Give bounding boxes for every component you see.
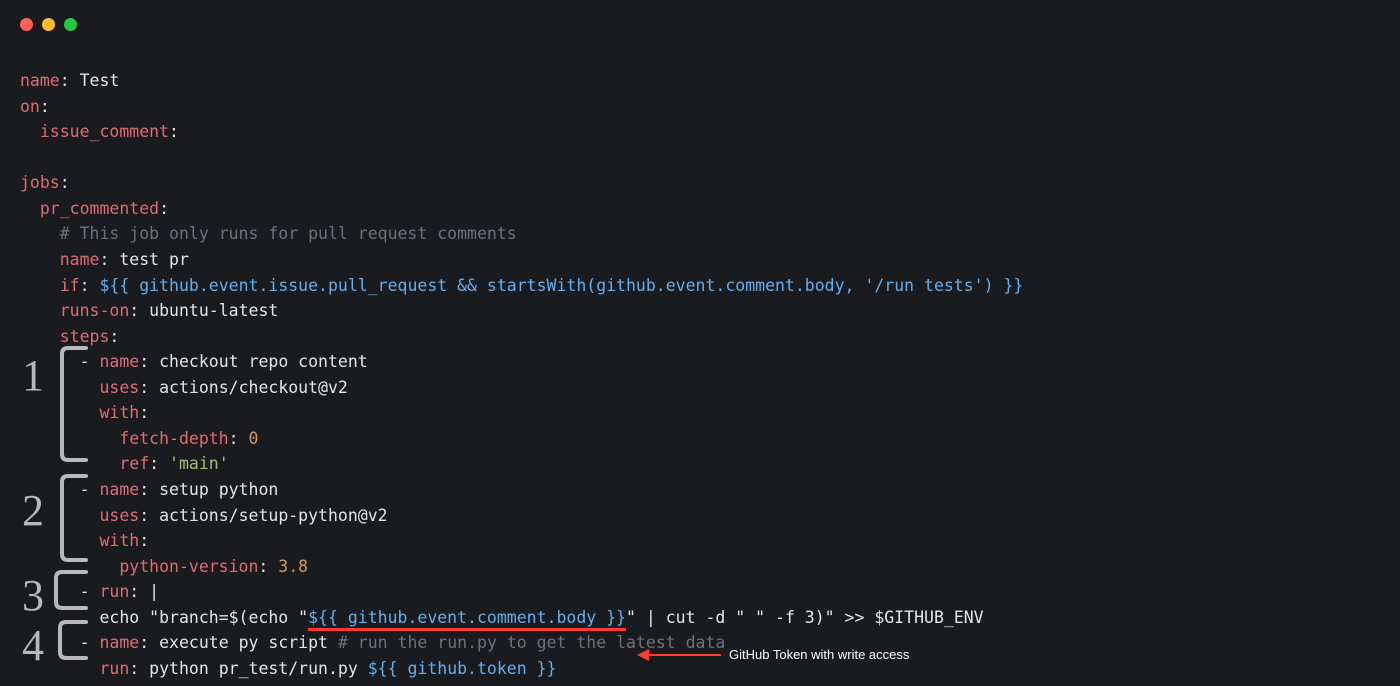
annotation-arrow: GitHub Token with write access	[637, 647, 909, 662]
maximize-dot-icon	[64, 18, 77, 31]
yaml-expression: ${{ github.event.issue.pull_request && s…	[100, 276, 1024, 295]
bracket-icon	[58, 472, 88, 568]
shell-command: python pr_test/run.py	[149, 659, 368, 678]
annotation-number-1: 1	[22, 350, 44, 401]
yaml-key: steps	[60, 327, 110, 346]
yaml-value: 'main'	[169, 454, 229, 473]
yaml-key: with	[99, 403, 139, 422]
yaml-key: on	[20, 97, 40, 116]
yaml-expression: ${{ github.token }}	[368, 659, 557, 678]
step-name: setup python	[159, 480, 278, 499]
annotation-label: GitHub Token with write access	[729, 647, 909, 662]
yaml-value: 3.8	[278, 557, 308, 576]
yaml-key: run	[99, 582, 129, 601]
yaml-key: name	[60, 250, 100, 269]
yaml-key: ref	[119, 454, 149, 473]
step-uses: actions/checkout@v2	[159, 378, 348, 397]
yaml-expression-underlined: ${{ github.event.comment.body }}	[308, 608, 626, 631]
bracket-icon	[56, 618, 88, 666]
yaml-key: if	[60, 276, 80, 295]
shell-command: " | cut -d " " -f 3)" >> $GITHUB_ENV	[626, 608, 984, 627]
close-dot-icon	[20, 18, 33, 31]
step-name: checkout repo content	[159, 352, 368, 371]
yaml-value: test pr	[119, 250, 189, 269]
yaml-key: name	[99, 633, 139, 652]
window-controls	[20, 18, 77, 31]
yaml-key: jobs	[20, 173, 60, 192]
yaml-key: pr_commented	[40, 199, 159, 218]
bracket-icon	[58, 344, 88, 468]
yaml-key: issue_comment	[40, 122, 169, 141]
step-uses: actions/setup-python@v2	[159, 506, 387, 525]
yaml-key: python-version	[119, 557, 258, 576]
yaml-key: name	[99, 352, 139, 371]
code-block: name: Test on: issue_comment: jobs: pr_c…	[20, 68, 1023, 682]
yaml-value: 0	[249, 429, 259, 448]
bracket-icon	[52, 568, 88, 616]
yaml-key: name	[20, 71, 60, 90]
yaml-key: runs-on	[60, 301, 130, 320]
yaml-pipe: |	[149, 582, 159, 601]
yaml-value: Test	[80, 71, 120, 90]
shell-command: echo "branch=$(echo "	[99, 608, 308, 627]
annotation-number-3: 3	[22, 570, 44, 621]
annotation-number-4: 4	[22, 620, 44, 671]
yaml-comment: # This job only runs for pull request co…	[60, 224, 517, 243]
step-name: execute py script	[159, 633, 328, 652]
yaml-key: uses	[99, 506, 139, 525]
annotation-number-2: 2	[22, 485, 44, 536]
yaml-value: ubuntu-latest	[149, 301, 278, 320]
arrow-head-icon	[637, 649, 649, 661]
yaml-key: run	[99, 659, 129, 678]
yaml-key: name	[99, 480, 139, 499]
arrow-line-icon	[649, 654, 721, 656]
yaml-key: fetch-depth	[119, 429, 228, 448]
minimize-dot-icon	[42, 18, 55, 31]
yaml-key: uses	[99, 378, 139, 397]
yaml-key: with	[99, 531, 139, 550]
